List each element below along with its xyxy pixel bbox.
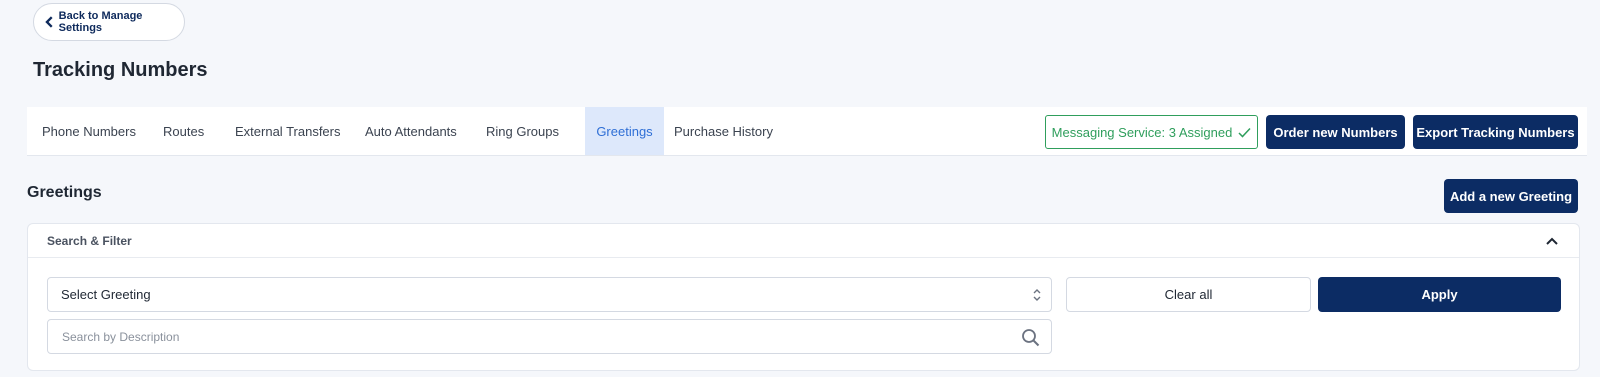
search-icon[interactable] — [1021, 328, 1040, 347]
tab-phone-numbers[interactable]: Phone Numbers — [27, 107, 151, 155]
check-icon — [1238, 127, 1251, 138]
order-button-label: Order new Numbers — [1273, 124, 1398, 140]
chevron-up-icon[interactable] — [1545, 234, 1559, 248]
apply-label: Apply — [1421, 287, 1458, 302]
tab-label: Greetings — [596, 123, 653, 139]
section-title: Greetings — [27, 184, 102, 201]
tab-label: External Transfers — [235, 123, 341, 139]
tab-label: Purchase History — [674, 123, 773, 139]
tab-routes[interactable]: Routes — [148, 107, 219, 155]
tab-label: Auto Attendants — [365, 123, 457, 139]
search-description-field[interactable] — [47, 319, 1052, 354]
search-input[interactable] — [48, 320, 951, 353]
tab-label: Routes — [163, 123, 205, 139]
page-title: Tracking Numbers — [33, 59, 208, 81]
add-greeting-label: Add a new Greeting — [1449, 188, 1573, 204]
greeting-select[interactable]: Select Greeting — [47, 277, 1052, 312]
tab-purchase-history[interactable]: Purchase History — [659, 107, 788, 155]
search-filter-panel: Search & Filter Select Greeting Clear al… — [27, 223, 1580, 371]
back-to-manage-settings-button[interactable]: Back to Manage Settings — [33, 3, 185, 41]
apply-button[interactable]: Apply — [1318, 277, 1561, 312]
panel-header[interactable]: Search & Filter — [28, 224, 1579, 258]
tab-ring-groups[interactable]: Ring Groups — [471, 107, 574, 155]
panel-title: Search & Filter — [47, 234, 132, 248]
tab-label: Phone Numbers — [42, 123, 136, 139]
chevron-left-icon — [45, 16, 53, 28]
clear-all-button[interactable]: Clear all — [1066, 277, 1311, 312]
select-arrows-icon — [1033, 289, 1041, 301]
order-new-numbers-button[interactable]: Order new Numbers — [1266, 115, 1405, 149]
greeting-select-value: Select Greeting — [61, 287, 151, 302]
export-tracking-numbers-button[interactable]: Export Tracking Numbers — [1413, 115, 1578, 149]
clear-all-label: Clear all — [1164, 287, 1213, 302]
tab-external-transfers[interactable]: External Transfers — [220, 107, 356, 155]
tab-label: Ring Groups — [486, 123, 559, 139]
messaging-service-label: Messaging Service: 3 Assigned — [1051, 124, 1233, 140]
tab-greetings[interactable]: Greetings — [585, 107, 664, 155]
add-greeting-button[interactable]: Add a new Greeting — [1444, 179, 1578, 213]
messaging-service-badge[interactable]: Messaging Service: 3 Assigned — [1045, 115, 1258, 149]
back-button-label: Back to Manage Settings — [58, 10, 143, 34]
export-button-label: Export Tracking Numbers — [1416, 124, 1575, 140]
tab-auto-attendants[interactable]: Auto Attendants — [350, 107, 472, 155]
